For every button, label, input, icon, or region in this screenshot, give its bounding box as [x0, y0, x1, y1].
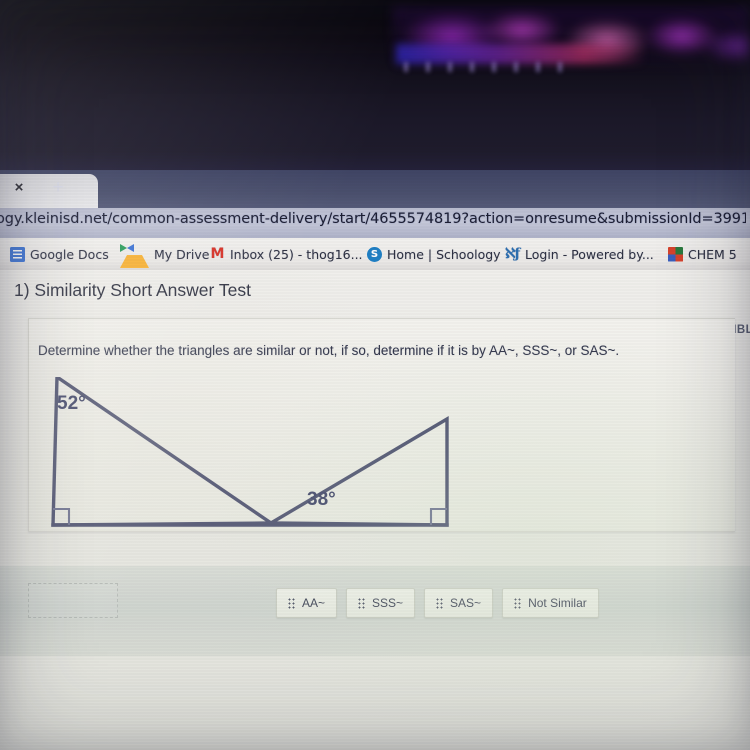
- answer-chip-aa[interactable]: AA~: [276, 588, 338, 618]
- drag-handle-icon[interactable]: [288, 597, 295, 609]
- page-title: 1) Similarity Short Answer Test: [14, 280, 251, 300]
- url-text[interactable]: ogy.kleinisd.net/common-assessment-deliv…: [0, 211, 746, 227]
- right-angle-mark-left: [53, 507, 71, 525]
- answer-chip-sss[interactable]: SSS~: [346, 588, 416, 618]
- close-icon[interactable]: ×: [9, 178, 29, 198]
- answer-chip-sas[interactable]: SAS~: [424, 588, 494, 618]
- browser-window: × + ogy.kleinisd.net/common-assessment-d…: [0, 170, 750, 750]
- answer-chips: AA~ SSS~ SAS~ Not Similar: [276, 588, 599, 618]
- angle-label-52: 52°: [57, 393, 86, 414]
- answer-chip-label: Not Similar: [528, 596, 587, 610]
- browser-address-bar[interactable]: ogy.kleinisd.net/common-assessment-deliv…: [0, 208, 750, 238]
- answer-chip-not-similar[interactable]: Not Similar: [502, 588, 599, 618]
- answer-chip-label: AA~: [302, 596, 326, 610]
- assessment-page: 1) Similarity Short Answer Test POSSIBL …: [0, 270, 750, 750]
- bookmark-inbox[interactable]: M Inbox (25) - thog16...: [210, 243, 363, 265]
- bookmark-label: Home | Schoology: [387, 246, 501, 262]
- photo-of-monitor: × + ogy.kleinisd.net/common-assessment-d…: [0, 0, 750, 750]
- right-triangle: [264, 416, 449, 527]
- chem-folder-icon: [668, 246, 683, 262]
- bookmark-schoology[interactable]: S Home | Schoology: [367, 243, 501, 265]
- answer-chip-label: SSS~: [372, 596, 404, 610]
- bookmarks-bar: Google Docs My Drive M Inbox (25) - thog…: [0, 238, 750, 270]
- bookmark-login[interactable]: ℵƒ Login - Powered by...: [505, 243, 654, 265]
- bookmark-label: CHEM 5: [688, 246, 737, 262]
- gmail-icon: M: [210, 245, 225, 262]
- new-tab-icon[interactable]: +: [47, 177, 69, 199]
- answer-chip-tray: AA~ SSS~ SAS~ Not Similar: [0, 566, 750, 656]
- bookmark-label: Inbox (25) - thog16...: [230, 246, 363, 262]
- bookmark-chem-5[interactable]: CHEM 5: [668, 243, 737, 265]
- background-light-bar: [396, 44, 646, 64]
- question-card: Determine whether the triangles are simi…: [28, 318, 735, 618]
- triangles-svg: 52° 38°: [51, 373, 449, 527]
- google-docs-icon: [10, 246, 25, 262]
- monitor-bezel-and-background: [0, 0, 750, 172]
- drag-handle-icon[interactable]: [358, 597, 366, 609]
- drag-handle-icon[interactable]: [436, 597, 444, 609]
- bookmark-label: Google Docs: [30, 246, 109, 262]
- schoology-icon: S: [367, 246, 382, 262]
- login-icon: ℵƒ: [505, 245, 520, 262]
- background-light-dots: [404, 62, 564, 72]
- angle-label-38: 38°: [307, 489, 336, 510]
- bookmark-label: Login - Powered by...: [525, 246, 654, 262]
- two-right-triangles-diagram: 52° 38°: [35, 373, 465, 537]
- bookmark-my-drive[interactable]: My Drive: [119, 240, 210, 268]
- google-drive-icon: [119, 240, 149, 268]
- answer-chip-label: SAS~: [450, 596, 482, 610]
- browser-tab-strip: × +: [0, 170, 750, 208]
- bookmark-google-docs[interactable]: Google Docs: [10, 243, 109, 265]
- bookmark-label: My Drive: [154, 246, 210, 262]
- right-angle-mark-right: [429, 507, 447, 525]
- drag-handle-icon[interactable]: [514, 597, 522, 609]
- question-text: Determine whether the triangles are simi…: [38, 343, 620, 358]
